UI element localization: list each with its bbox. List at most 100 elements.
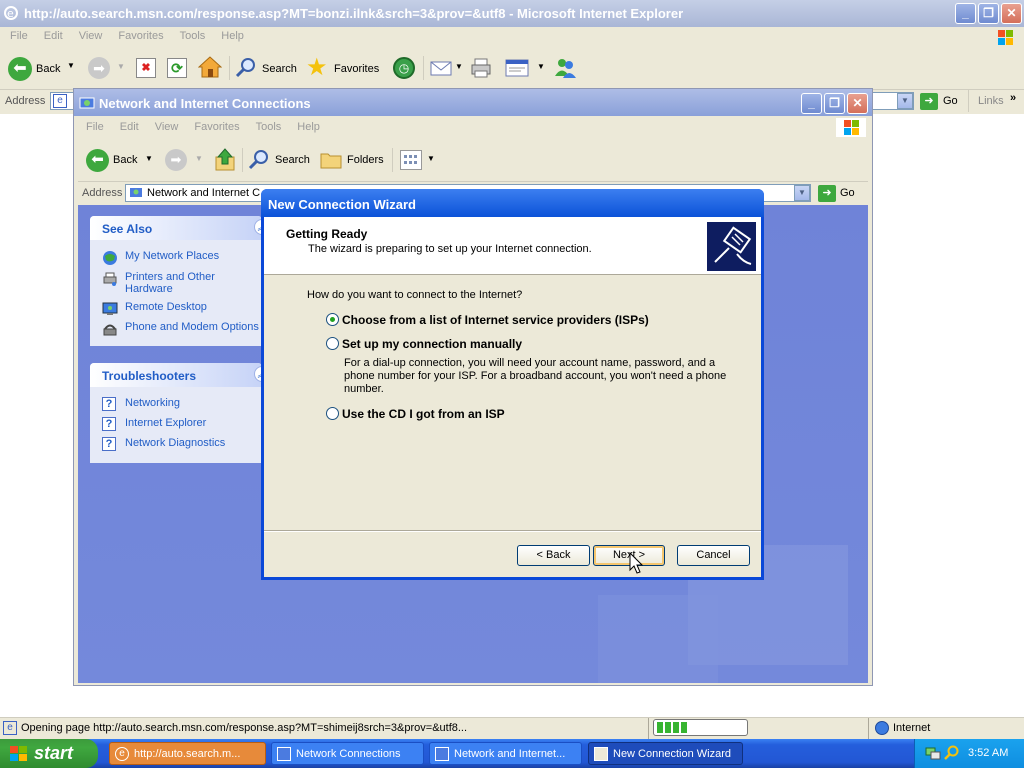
edit-dropdown-icon[interactable]: ▼ [537,62,545,71]
back-button[interactable]: < Back [517,545,590,566]
explorer-menu-tools[interactable]: Tools [256,121,282,133]
ie-menu-tools[interactable]: Tools [180,30,206,42]
ie-search-button[interactable]: Search [262,63,297,75]
ie-back-dropdown-icon[interactable]: ▼ [67,61,75,70]
ie-back-button[interactable]: Back [36,63,60,75]
troubleshooter-item[interactable]: ? Networking [102,397,180,411]
stop-icon[interactable]: ✖ [136,58,156,78]
explorer-back-arrow-icon[interactable]: ⬅ [86,149,109,172]
progress-chunk [665,722,671,733]
ie-menu-edit[interactable]: Edit [44,30,63,42]
search-icon[interactable] [235,57,257,79]
option-manual-label[interactable]: Set up my connection manually [342,337,522,351]
see-also-item[interactable]: Printers and Other Hardware [102,271,215,295]
explorer-maximize-button[interactable]: ❐ [824,93,845,114]
explorer-back-dropdown-icon[interactable]: ▼ [145,154,153,163]
taskbar-item-wizard[interactable]: New Connection Wizard [588,742,743,765]
explorer-close-button[interactable]: ✕ [847,93,868,114]
messenger-icon[interactable] [553,56,577,80]
explorer-go-arrow-icon[interactable]: ➜ [818,185,836,202]
ie-menu-favorites[interactable]: Favorites [118,30,163,42]
option-cd-label[interactable]: Use the CD I got from an ISP [342,407,505,421]
ie-links-button[interactable]: Links [978,95,1004,107]
explorer-back-button[interactable]: Back [113,154,137,166]
start-button[interactable]: start [0,739,98,768]
print-icon[interactable] [470,57,492,79]
ie-favorites-button[interactable]: Favorites [334,63,379,75]
chevron-right-icon[interactable]: » [1010,92,1016,104]
taskbar-item-ie[interactable]: e http://auto.search.m... [109,742,266,765]
cancel-button[interactable]: Cancel [677,545,750,566]
troubleshooter-item-label[interactable]: Network Diagnostics [125,437,265,449]
ie-close-button[interactable]: ✕ [1001,3,1022,24]
option-cd-radio[interactable] [326,407,339,420]
troubleshooters-header[interactable]: Troubleshooters [90,363,262,387]
option-manual-radio[interactable] [326,337,339,350]
troubleshooter-item[interactable]: ? Internet Explorer [102,417,206,431]
refresh-icon[interactable]: ⟳ [167,58,187,78]
ie-forward-arrow-icon[interactable]: ➡ [88,57,110,79]
favorites-star-icon[interactable]: ★ [306,55,332,81]
option-isp-list-radio[interactable] [326,313,339,326]
troubleshooter-item-label[interactable]: Internet Explorer [125,417,265,429]
network-tray-icon[interactable] [925,745,941,761]
explorer-menu-favorites[interactable]: Favorites [194,121,239,133]
see-also-header[interactable]: See Also [90,216,262,240]
folders-icon[interactable] [320,150,342,170]
start-label[interactable]: start [34,743,73,764]
taskbar-item-network-internet[interactable]: Network and Internet... [429,742,582,765]
home-icon[interactable] [197,56,223,78]
explorer-go-button[interactable]: Go [840,187,855,199]
explorer-menu-bar: File Edit View Favorites Tools Help [78,117,868,138]
explorer-forward-dropdown-icon[interactable]: ▼ [195,154,203,163]
ie-go-button[interactable]: Go [943,95,958,107]
see-also-item[interactable]: Remote Desktop [102,301,207,320]
see-also-item-label[interactable]: My Network Places [125,250,265,262]
mail-icon[interactable] [430,59,452,77]
ie-address-dropdown-icon[interactable]: ▼ [897,93,913,109]
explorer-menu-edit[interactable]: Edit [120,121,139,133]
ie-menu-view[interactable]: View [79,30,103,42]
search-tray-icon[interactable] [944,745,960,761]
explorer-folders-button[interactable]: Folders [347,154,384,166]
taskbar-item-label[interactable]: http://auto.search.m... [134,748,240,760]
see-also-item-label[interactable]: Printers and Other Hardware [125,271,265,295]
taskbar-item-label[interactable]: Network and Internet... [454,748,565,760]
ie-go-arrow-icon[interactable]: ➜ [920,93,938,110]
ie-toolbar: ⬅ Back ▼ ➡ ▼ ✖ ⟳ Search ★ Favorites ◷ ▼ … [0,48,1024,89]
explorer-forward-arrow-icon[interactable]: ➡ [165,149,187,171]
ie-minimize-button[interactable]: _ [955,3,976,24]
views-dropdown-icon[interactable]: ▼ [427,154,435,163]
ie-maximize-button[interactable]: ❐ [978,3,999,24]
system-tray: 3:52 AM [914,739,1024,768]
edit-icon[interactable] [505,58,529,78]
ie-menu-help[interactable]: Help [221,30,244,42]
taskbar-item-label[interactable]: Network Connections [296,748,401,760]
explorer-menu-view[interactable]: View [155,121,179,133]
ie-back-arrow-icon[interactable]: ⬅ [8,57,32,81]
explorer-address-value: Network and Internet C [147,187,261,199]
explorer-menu-file[interactable]: File [86,121,104,133]
up-folder-icon[interactable] [214,148,236,172]
clock[interactable]: 3:52 AM [968,747,1008,759]
explorer-menu-help[interactable]: Help [297,121,320,133]
ie-forward-dropdown-icon[interactable]: ▼ [117,62,125,71]
see-also-item[interactable]: My Network Places [102,250,219,269]
troubleshooter-item-label[interactable]: Networking [125,397,265,409]
taskbar-item-label[interactable]: New Connection Wizard [613,748,731,760]
see-also-item-label[interactable]: Remote Desktop [125,301,265,313]
see-also-item[interactable]: Phone and Modem Options [102,321,259,340]
toolbar-separator [968,90,969,112]
views-icon[interactable] [400,150,422,170]
see-also-item-label[interactable]: Phone and Modem Options [125,321,265,333]
option-isp-list-label[interactable]: Choose from a list of Internet service p… [342,313,649,327]
troubleshooter-item[interactable]: ? Network Diagnostics [102,437,225,451]
media-history-icon[interactable]: ◷ [393,57,415,79]
ie-menu-file[interactable]: File [10,30,28,42]
search-icon[interactable] [248,149,270,171]
taskbar-item-network-connections[interactable]: Network Connections [271,742,424,765]
mail-dropdown-icon[interactable]: ▼ [455,62,463,71]
explorer-minimize-button[interactable]: _ [801,93,822,114]
explorer-search-button[interactable]: Search [275,154,310,166]
explorer-address-dropdown-icon[interactable]: ▼ [794,185,810,201]
